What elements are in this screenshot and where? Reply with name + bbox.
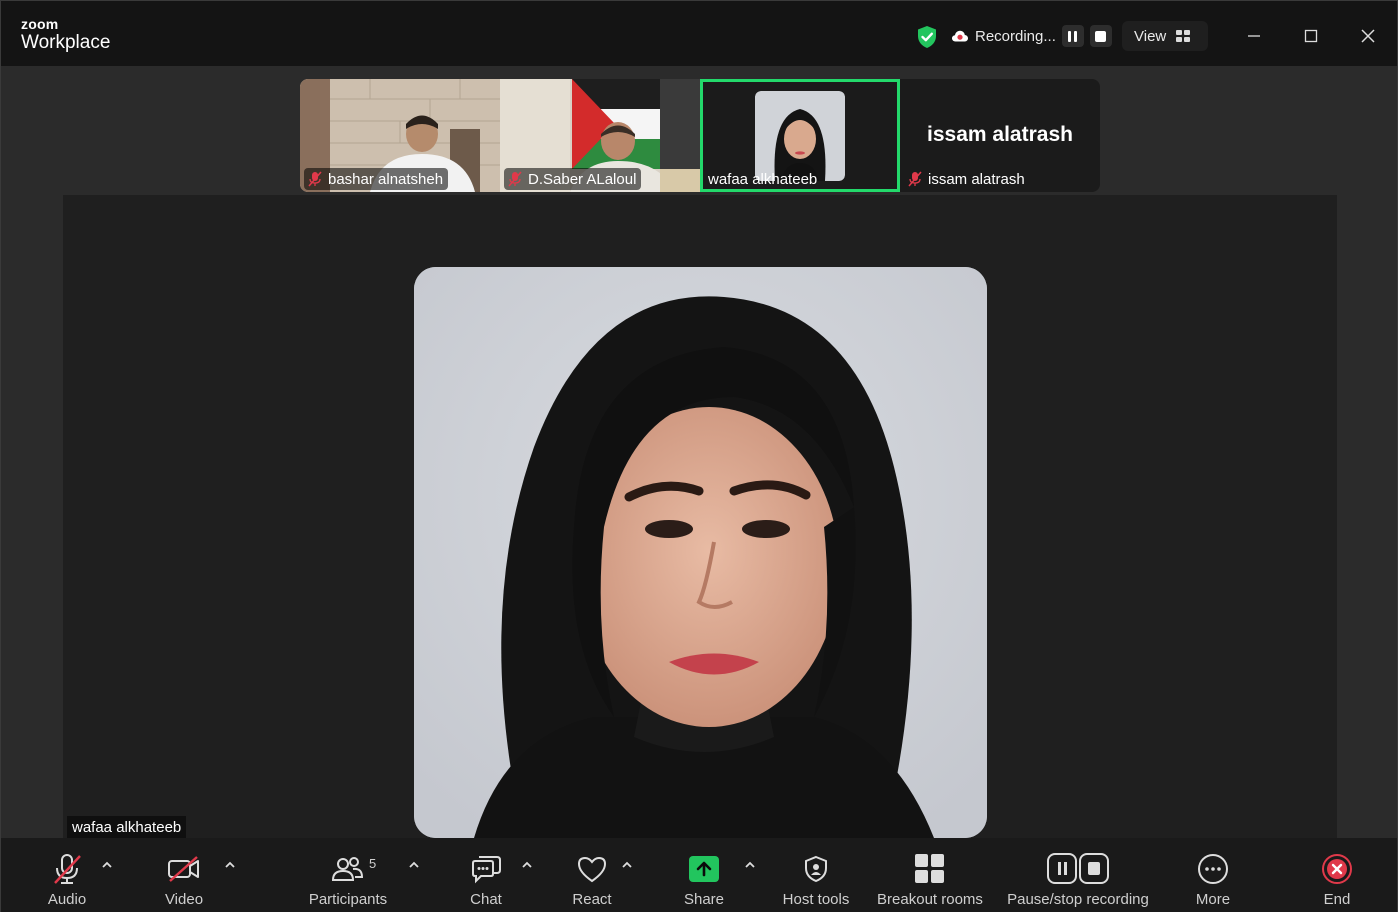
- heart-icon: [576, 849, 608, 889]
- participant-name-tag: wafaa alkhateeb: [704, 168, 822, 190]
- cloud-recording-icon: [952, 30, 968, 42]
- audio-label: Audio: [47, 891, 87, 908]
- view-label: View: [1134, 27, 1167, 45]
- view-button[interactable]: View: [1122, 21, 1208, 51]
- participant-name: wafaa alkhateeb: [708, 170, 818, 188]
- participant-name-tag: issam alatrash: [904, 168, 1030, 190]
- pause-stop-recording-icon: [1047, 849, 1109, 889]
- encryption-shield-icon[interactable]: [916, 25, 938, 49]
- chat-icon: [470, 849, 502, 889]
- video-label: Video: [164, 891, 204, 908]
- more-icon: [1197, 849, 1229, 889]
- pause-recording-button[interactable]: [1061, 25, 1084, 47]
- stop-icon: [1095, 30, 1107, 42]
- recording-text: Recording...: [975, 27, 1056, 45]
- participants-label: Participants: [308, 891, 388, 908]
- participant-tile[interactable]: bashar alnatsheh: [300, 79, 500, 192]
- pause-icon: [1068, 30, 1078, 42]
- video-button[interactable]: Video: [159, 838, 209, 912]
- end-label: End: [1323, 891, 1351, 908]
- chat-options-chevron-up-icon[interactable]: [520, 858, 534, 872]
- participant-name: issam alatrash: [928, 170, 1025, 188]
- close-button[interactable]: [1353, 21, 1383, 51]
- participant-tile[interactable]: D.Saber ALaloul: [500, 79, 700, 192]
- participant-name-tag: D.Saber ALaloul: [504, 168, 642, 190]
- mic-muted-icon: [508, 171, 522, 187]
- participants-button[interactable]: Participants: [307, 838, 389, 912]
- audio-button[interactable]: Audio: [41, 838, 93, 912]
- speaker-name-tag: wafaa alkhateeb: [67, 816, 187, 838]
- audio-options-chevron-up-icon[interactable]: [100, 858, 114, 872]
- end-meeting-icon: [1321, 849, 1353, 889]
- share-screen-icon: [688, 849, 720, 889]
- brand-zoom: zoom: [21, 16, 59, 32]
- stop-recording-button[interactable]: [1089, 25, 1112, 47]
- minimize-button[interactable]: [1239, 21, 1269, 51]
- grid-view-icon: [1176, 30, 1191, 42]
- participant-strip: bashar alnatsheh D.Saber ALaloul wafaa a…: [300, 79, 1100, 192]
- speaker-portrait: [414, 267, 987, 838]
- brand-workplace: Workplace: [21, 32, 111, 53]
- share-label: Share: [683, 891, 725, 908]
- recording-indicator: Recording...: [951, 23, 1112, 49]
- participant-name: D.Saber ALaloul: [528, 170, 637, 188]
- pause-stop-recording-button[interactable]: Pause/stop recording: [1003, 838, 1153, 912]
- pause-stop-recording-label: Pause/stop recording: [1007, 891, 1149, 908]
- maximize-icon: [1304, 29, 1318, 43]
- participant-name-tag: bashar alnatsheh: [304, 168, 449, 190]
- zoom-workplace-logo: zoom Workplace: [21, 17, 110, 52]
- host-tools-label: Host tools: [782, 891, 850, 908]
- host-tools-shield-icon: [803, 849, 829, 889]
- participant-name: bashar alnatsheh: [328, 170, 444, 188]
- mic-muted-icon: [52, 849, 82, 889]
- participant-display-name: issam alatrash: [927, 123, 1073, 146]
- chat-label: Chat: [470, 891, 502, 908]
- react-options-chevron-up-icon[interactable]: [620, 858, 634, 872]
- participants-icon: [331, 849, 365, 889]
- participants-options-chevron-up-icon[interactable]: [407, 858, 421, 872]
- end-meeting-button[interactable]: End: [1317, 838, 1357, 912]
- breakout-rooms-icon: [914, 849, 946, 889]
- react-button[interactable]: React: [569, 838, 615, 912]
- mic-muted-icon: [308, 171, 322, 187]
- speaker-profile-picture: [414, 267, 987, 838]
- meeting-toolbar: Audio Video Participants 5 Chat React Sh…: [0, 838, 1398, 912]
- share-button[interactable]: Share: [681, 838, 727, 912]
- video-options-chevron-up-icon[interactable]: [223, 858, 237, 872]
- active-speaker-view[interactable]: wafaa alkhateeb: [63, 195, 1337, 838]
- react-label: React: [572, 891, 612, 908]
- meeting-stage: bashar alnatsheh D.Saber ALaloul wafaa a…: [0, 66, 1398, 912]
- breakout-rooms-label: Breakout rooms: [877, 891, 983, 908]
- mic-muted-icon: [908, 171, 922, 187]
- minimize-icon: [1248, 35, 1260, 37]
- video-off-icon: [167, 849, 201, 889]
- title-bar: zoom Workplace Recording... View: [0, 0, 1398, 66]
- participant-tile[interactable]: issam alatrash issam alatrash: [900, 79, 1100, 192]
- participants-count: 5: [369, 856, 377, 871]
- chat-button[interactable]: Chat: [464, 838, 508, 912]
- share-options-chevron-up-icon[interactable]: [743, 858, 757, 872]
- host-tools-button[interactable]: Host tools: [779, 838, 853, 912]
- participant-tile-active[interactable]: wafaa alkhateeb: [700, 79, 900, 192]
- close-icon: [1361, 29, 1375, 43]
- breakout-rooms-button[interactable]: Breakout rooms: [874, 838, 986, 912]
- more-button[interactable]: More: [1190, 838, 1236, 912]
- more-label: More: [1195, 891, 1231, 908]
- maximize-button[interactable]: [1296, 21, 1326, 51]
